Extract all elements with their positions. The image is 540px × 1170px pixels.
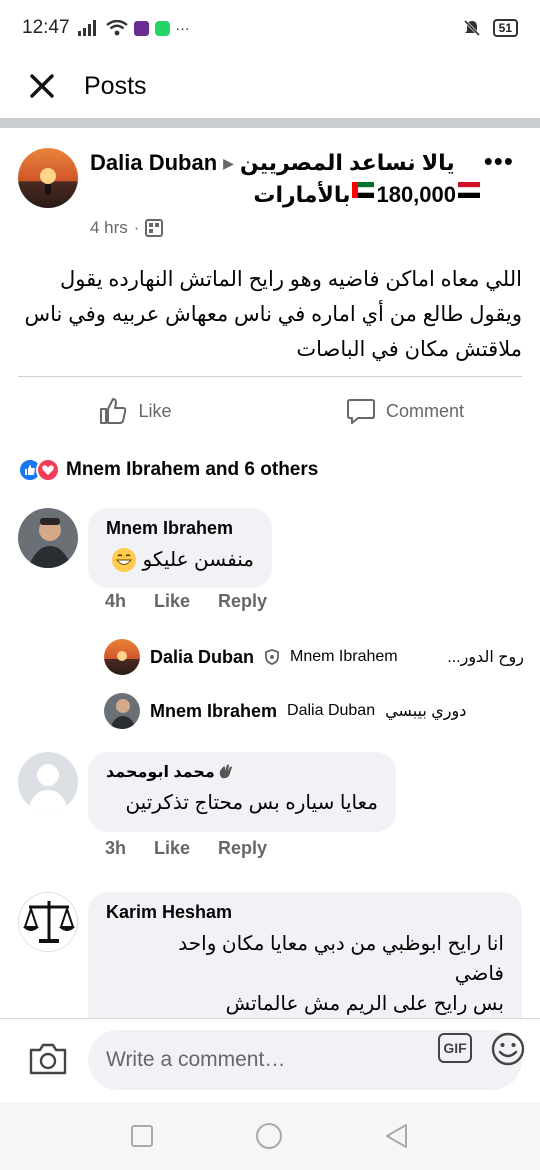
- commenter-name[interactable]: Mnem Ibrahem: [106, 518, 254, 539]
- comment-bubble[interactable]: محمد ابومحمد معايا سياره بس محتاج تذكرتي…: [88, 752, 396, 832]
- comment-time: 4h: [105, 591, 127, 611]
- comment-item: Karim Hesham انا رايح ابوظبي من دبي معاي…: [18, 892, 522, 1018]
- comment-reply-button[interactable]: Reply: [218, 838, 267, 859]
- commenter-avatar[interactable]: [18, 508, 78, 568]
- comment-bubble[interactable]: Mnem Ibrahem منفسن عليكو: [88, 508, 272, 588]
- group-name[interactable]: يالا نساعد المصريين: [240, 150, 455, 176]
- reply-item[interactable]: Mnem Ibrahem Dalia Duban دوري بيبسي: [104, 691, 524, 731]
- comment-text: انا رايح ابوظبي من دبي معايا مكان واحد ف…: [178, 933, 504, 1015]
- status-time: 12:47: [22, 17, 70, 38]
- comment-label: Comment: [385, 400, 465, 421]
- emoji-icon: [491, 1032, 525, 1066]
- app-notification-icon: [133, 20, 149, 36]
- gif-button[interactable]: GIF: [438, 1033, 472, 1063]
- post-header: Dalia Duban ▶ يالا نساعد المصريين 180,00…: [18, 146, 522, 246]
- post-divider: [18, 376, 522, 377]
- uae-flag-icon: [352, 182, 375, 198]
- reply-author: Dalia Duban: [150, 646, 255, 667]
- reply-text: روح الدور...: [447, 649, 524, 666]
- emoji-button[interactable]: [490, 1031, 526, 1072]
- status-bar: 12:47 ··· 51: [0, 0, 540, 56]
- close-icon: [30, 74, 54, 98]
- author-name[interactable]: Dalia Duban: [90, 150, 217, 176]
- comment-text: معايا سياره بس محتاج تذكرتين: [125, 792, 378, 814]
- reply-mention: Mnem Ibrahem: [290, 648, 398, 665]
- post-text: اللي معاه اماكن فاضيه وهو رايح الماتش ال…: [24, 268, 522, 361]
- comment-button[interactable]: Comment: [270, 386, 540, 436]
- group-privacy-icon: [145, 219, 164, 237]
- home-icon[interactable]: [255, 1122, 283, 1150]
- back-icon[interactable]: [384, 1122, 410, 1150]
- reply-text: دوري بيبسي: [385, 703, 467, 720]
- waving-hand-icon: [219, 764, 232, 779]
- battery-indicator: 51: [492, 19, 518, 37]
- reactions-summary[interactable]: Mnem Ibrahem and 6 others: [18, 458, 318, 482]
- more-options-icon[interactable]: •••: [484, 146, 514, 177]
- post-actions: Like Comment: [0, 386, 540, 436]
- egypt-flag-icon: [458, 182, 480, 198]
- scales-of-justice-icon: [19, 893, 77, 951]
- like-button[interactable]: Like: [0, 386, 270, 436]
- commenter-name[interactable]: Karim Hesham: [106, 902, 504, 923]
- arrow-right-icon: ▶: [223, 154, 234, 171]
- comment-placeholder: Write a comment…: [106, 1048, 286, 1071]
- reply-avatar: [104, 693, 140, 729]
- comment-actions: 4h Like Reply: [105, 591, 267, 612]
- signal-icon: [77, 20, 96, 36]
- admin-badge-icon: [265, 649, 279, 665]
- comment-actions: 3h Like Reply: [105, 838, 267, 859]
- more-notifications-icon: ···: [175, 20, 190, 36]
- commenter-avatar[interactable]: [18, 752, 78, 812]
- page-title: Posts: [84, 71, 147, 100]
- comment-reply-button[interactable]: Reply: [218, 591, 267, 612]
- close-button[interactable]: [0, 73, 84, 99]
- comment-composer: Write a comment… GIF: [0, 1018, 540, 1102]
- post-timestamp: 4 hrs: [90, 218, 128, 237]
- reply-item[interactable]: Dalia Duban Mnem Ibrahem روح الدور...: [104, 637, 524, 677]
- grin-emoji-icon: [111, 548, 136, 572]
- mute-icon: [463, 19, 480, 37]
- like-label: Like: [138, 400, 172, 421]
- comment-bubble[interactable]: Karim Hesham انا رايح ابوظبي من دبي معاي…: [88, 892, 522, 1018]
- reactions-text: Mnem Ibrahem and 6 others: [66, 459, 319, 480]
- camera-button[interactable]: [28, 1041, 68, 1082]
- wifi-icon: [105, 20, 128, 36]
- reply-avatar: [104, 639, 140, 675]
- camera-icon: [29, 1043, 67, 1075]
- reply-author: Mnem Ibrahem: [150, 700, 278, 721]
- group-suffix: بالأمارات: [253, 182, 351, 207]
- system-nav-bar: [0, 1102, 540, 1170]
- top-bar: Posts: [0, 56, 540, 116]
- header-divider: [0, 118, 540, 128]
- comment-text: منفسن عليكو: [142, 549, 254, 571]
- author-avatar[interactable]: [18, 148, 78, 208]
- recent-apps-icon[interactable]: [130, 1124, 154, 1148]
- group-name-line2[interactable]: 180,000 بالأمارات: [90, 182, 480, 208]
- group-count: 180,000: [376, 182, 456, 207]
- comment-like-button[interactable]: Like: [154, 838, 190, 859]
- reply-mention: Dalia Duban: [287, 702, 376, 719]
- whatsapp-icon: [154, 20, 170, 36]
- comment-time: 3h: [105, 838, 127, 858]
- commenter-name[interactable]: محمد ابومحمد: [106, 762, 215, 782]
- commenter-avatar[interactable]: [18, 892, 78, 952]
- thumbs-up-icon: [100, 398, 127, 424]
- comment-icon: [346, 399, 375, 424]
- comment-like-button[interactable]: Like: [154, 591, 190, 612]
- love-reaction-icon: [36, 458, 60, 482]
